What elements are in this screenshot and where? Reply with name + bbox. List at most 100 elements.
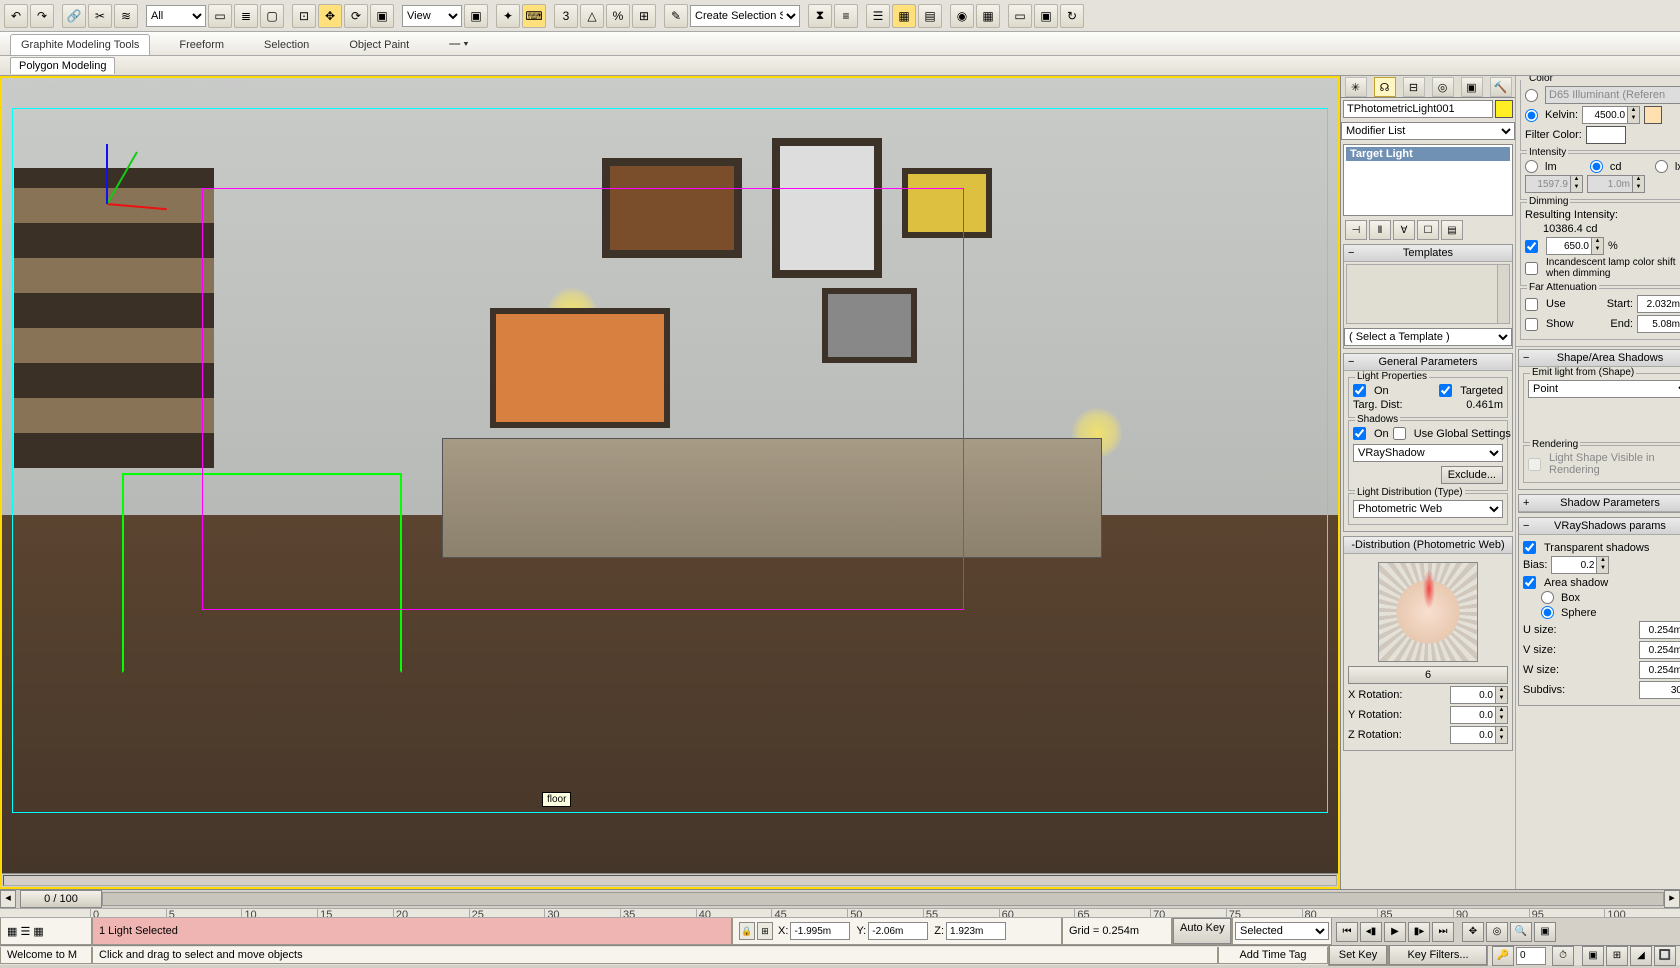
- coord-x-input[interactable]: [790, 922, 850, 940]
- window-crossing-button[interactable]: ⊡: [292, 4, 316, 28]
- prev-frame-icon[interactable]: ◂▮: [1360, 922, 1382, 942]
- rollout-shadow-params-toggle[interactable]: +Shadow Parameters: [1519, 495, 1680, 512]
- zoom-all-icon[interactable]: ⊞: [1606, 946, 1628, 966]
- tab-graphite[interactable]: Graphite Modeling Tools: [10, 34, 150, 55]
- far-atten-end-spinner[interactable]: [1637, 315, 1680, 333]
- u-size-spinner[interactable]: [1639, 621, 1680, 639]
- goto-start-icon[interactable]: ⏮: [1336, 922, 1358, 942]
- display-panel-icon[interactable]: ▣: [1461, 77, 1483, 97]
- filter-color-swatch[interactable]: [1586, 126, 1626, 144]
- dimming-enable-checkbox[interactable]: [1525, 240, 1538, 253]
- frame-ruler[interactable]: 0510152025303540455055606570758085909510…: [0, 909, 1680, 918]
- rollout-general-params-toggle[interactable]: −General Parameters: [1344, 354, 1512, 371]
- tab-objectpaint[interactable]: Object Paint: [338, 34, 420, 55]
- tab-freeform[interactable]: Freeform: [168, 34, 235, 55]
- next-frame-icon[interactable]: ▮▸: [1408, 922, 1430, 942]
- coord-mode-icon[interactable]: ⊞: [757, 922, 773, 940]
- undo-button[interactable]: ↶: [4, 4, 28, 28]
- light-distribution-select[interactable]: Photometric Web: [1353, 500, 1503, 518]
- goto-end-icon[interactable]: ⏭: [1432, 922, 1454, 942]
- modifier-stack[interactable]: Target Light: [1343, 144, 1513, 216]
- template-select[interactable]: ( Select a Template ): [1344, 328, 1512, 346]
- zoom-icon[interactable]: 🔍: [1510, 922, 1532, 942]
- hierarchy-panel-icon[interactable]: ⊟: [1403, 77, 1425, 97]
- coord-y-input[interactable]: [868, 922, 928, 940]
- unlink-button[interactable]: ✂: [88, 4, 112, 28]
- emit-shape-select[interactable]: Point: [1528, 380, 1680, 398]
- far-atten-use-checkbox[interactable]: [1525, 298, 1538, 311]
- d65-radio[interactable]: [1525, 89, 1538, 102]
- area-box-radio[interactable]: [1541, 591, 1554, 604]
- rollout-distribution-toggle[interactable]: -Distribution (Photometric Web): [1344, 537, 1512, 554]
- setkey-button[interactable]: Set Key: [1329, 945, 1387, 965]
- modify-panel-icon[interactable]: ☊: [1374, 77, 1396, 97]
- trackbar-toggle[interactable]: ▦ ☰ ▦: [0, 918, 92, 945]
- create-panel-icon[interactable]: ✳: [1345, 77, 1367, 97]
- mirror-button[interactable]: ⧗: [808, 4, 832, 28]
- bind-spacewarp-button[interactable]: ≋: [114, 4, 138, 28]
- key-mode-select[interactable]: Selected: [1235, 922, 1329, 940]
- kelvin-spinner[interactable]: [1582, 106, 1628, 124]
- zoom-extents-icon[interactable]: ▣: [1582, 946, 1604, 966]
- spinner-snap-button[interactable]: ⊞: [632, 4, 656, 28]
- templates-scrollbar[interactable]: [1497, 265, 1509, 323]
- named-selection-select[interactable]: Create Selection Se: [690, 5, 800, 27]
- play-icon[interactable]: ▶: [1384, 922, 1406, 942]
- time-slider-left-icon[interactable]: ◂: [0, 890, 16, 908]
- modifier-list-select[interactable]: Modifier List: [1341, 122, 1515, 140]
- gizmo-z-axis-icon[interactable]: [106, 144, 108, 204]
- edit-selection-button[interactable]: ✎: [664, 4, 688, 28]
- light-targeted-checkbox[interactable]: [1439, 384, 1452, 397]
- modifier-stack-item[interactable]: Target Light: [1346, 147, 1510, 161]
- rollout-templates-toggle[interactable]: −Templates: [1344, 245, 1512, 262]
- active-viewport[interactable]: [ + ] [ VRayPhysicalCamera001 ] [ Smooth…: [0, 76, 1340, 889]
- select-by-name-button[interactable]: ≣: [234, 4, 258, 28]
- shadow-type-select[interactable]: VRayShadow: [1353, 444, 1503, 462]
- remove-modifier-icon[interactable]: ☐: [1417, 220, 1439, 240]
- render-production-button[interactable]: ▣: [1034, 4, 1058, 28]
- coord-z-input[interactable]: [946, 922, 1006, 940]
- layer-manager-button[interactable]: ☰: [866, 4, 890, 28]
- snaps-toggle-button[interactable]: 3: [554, 4, 578, 28]
- selection-filter-select[interactable]: All: [146, 5, 206, 27]
- y-rotation-spinner[interactable]: [1450, 706, 1496, 724]
- select-rotate-button[interactable]: ⟳: [344, 4, 368, 28]
- keyboard-shortcut-button[interactable]: ⌨: [522, 4, 546, 28]
- gizmo-y-axis-icon[interactable]: [106, 152, 138, 205]
- show-end-result-icon[interactable]: Ⅱ: [1369, 220, 1391, 240]
- kelvin-color-swatch[interactable]: [1644, 106, 1662, 124]
- motion-panel-icon[interactable]: ◎: [1432, 77, 1454, 97]
- ies-web-preview[interactable]: [1378, 562, 1478, 662]
- manipulate-button[interactable]: ✦: [496, 4, 520, 28]
- select-move-button[interactable]: ✥: [318, 4, 342, 28]
- rollout-shape-shadows-toggle[interactable]: −Shape/Area Shadows: [1519, 350, 1680, 367]
- key-mode-toggle-icon[interactable]: 🔑: [1492, 946, 1514, 966]
- bias-spinner[interactable]: [1551, 556, 1597, 574]
- align-button[interactable]: ≡: [834, 4, 858, 28]
- link-button[interactable]: 🔗: [62, 4, 86, 28]
- use-global-checkbox[interactable]: [1393, 427, 1406, 440]
- redo-button[interactable]: ↷: [30, 4, 54, 28]
- region-zoom-icon[interactable]: 🔲: [1654, 946, 1676, 966]
- incandescent-shift-checkbox[interactable]: [1525, 262, 1538, 275]
- maxscript-mini-listener[interactable]: Welcome to M: [0, 947, 92, 964]
- far-atten-show-checkbox[interactable]: [1525, 318, 1538, 331]
- utilities-panel-icon[interactable]: 🔨: [1490, 77, 1512, 97]
- tab-selection[interactable]: Selection: [253, 34, 320, 55]
- transform-gizmo[interactable]: [62, 158, 152, 248]
- fov-icon[interactable]: ◢: [1630, 946, 1652, 966]
- v-size-spinner[interactable]: [1639, 641, 1680, 659]
- dimming-percent-spinner[interactable]: [1546, 237, 1592, 255]
- subdivs-spinner[interactable]: [1639, 681, 1680, 699]
- time-config-icon[interactable]: ⏱: [1552, 946, 1574, 966]
- light-on-checkbox[interactable]: [1353, 384, 1366, 397]
- area-shadow-checkbox[interactable]: [1523, 576, 1536, 589]
- max-toggle-icon[interactable]: ▣: [1534, 922, 1556, 942]
- time-slider-track[interactable]: [102, 892, 1664, 906]
- intensity-cd-radio[interactable]: [1590, 160, 1603, 173]
- far-atten-start-spinner[interactable]: [1637, 295, 1680, 313]
- arc-rotate-icon[interactable]: ◎: [1486, 922, 1508, 942]
- render-iterative-button[interactable]: ↻: [1060, 4, 1084, 28]
- object-color-swatch[interactable]: [1495, 100, 1513, 118]
- key-filters-button[interactable]: Key Filters...: [1389, 945, 1487, 965]
